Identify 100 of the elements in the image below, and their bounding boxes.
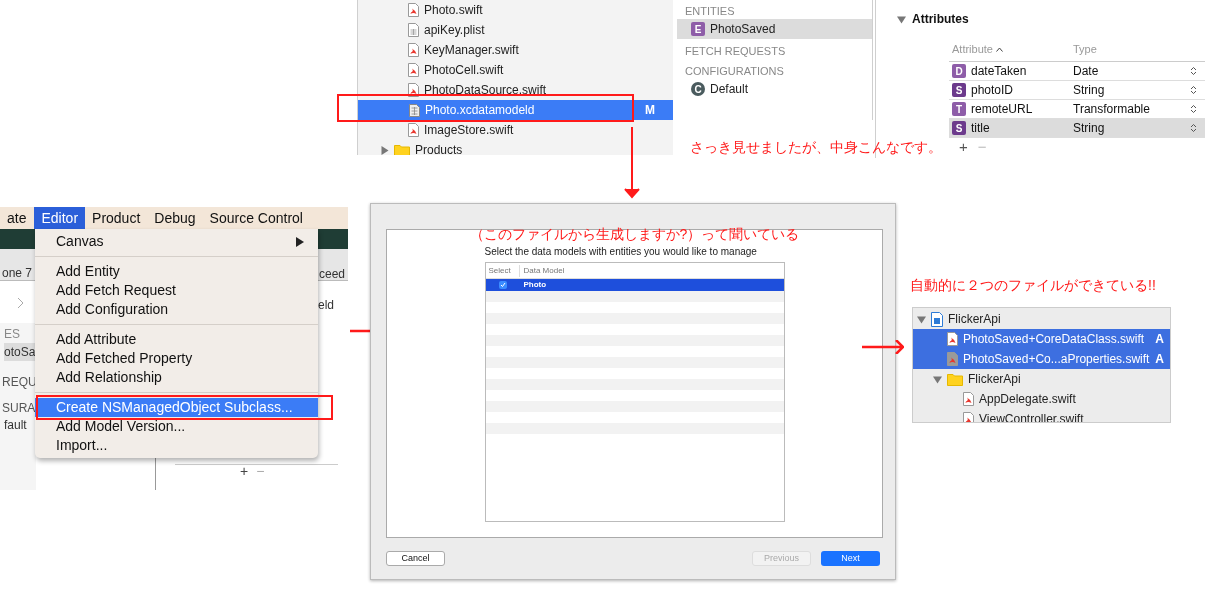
file-row[interactable]: Photo.swift: [358, 0, 673, 20]
disclosure-triangle-icon[interactable]: [933, 374, 942, 384]
file-row[interactable]: FlickerApi: [913, 309, 1170, 329]
menu-bar-item[interactable]: Product: [85, 207, 148, 229]
project-icon: [931, 311, 943, 327]
sort-caret-icon: [995, 46, 1003, 52]
folder-icon: [947, 372, 963, 386]
menu-bar-item[interactable]: Debug: [147, 207, 203, 229]
attribute-name: remoteURL: [971, 101, 1033, 118]
menu-item[interactable]: Add Configuration: [35, 300, 318, 319]
file-row[interactable]: apiKey.plist: [358, 20, 673, 40]
entity-row[interactable]: E PhotoSaved: [677, 19, 872, 39]
cancel-button[interactable]: Cancel: [386, 551, 445, 566]
breadcrumb-label: eld: [318, 297, 334, 314]
swift-file-icon: [408, 43, 419, 57]
grid-file-icon: [408, 23, 419, 37]
attribute-row[interactable]: S photoID String: [949, 81, 1205, 100]
next-button[interactable]: Next: [821, 551, 880, 566]
file-name: PhotoDataSource.swift: [424, 82, 547, 99]
stepper-icon[interactable]: [1190, 123, 1197, 133]
file-name: FlickerApi: [948, 311, 1001, 328]
attribute-row[interactable]: D dateTaken Date: [949, 62, 1205, 81]
swift-file-icon: [963, 412, 974, 422]
file-row[interactable]: Photo.xcdatamodeld M: [358, 100, 673, 120]
stepper-icon[interactable]: [1190, 66, 1197, 76]
file-name: AppDelegate.swift: [979, 391, 1076, 408]
swift-file-icon: [947, 352, 958, 366]
section-header: SURA: [2, 400, 36, 417]
file-name: PhotoSaved+Co...aProperties.swift: [963, 351, 1150, 368]
checkbox[interactable]: [498, 281, 507, 289]
file-row[interactable]: PhotoDataSource.swift: [358, 80, 673, 100]
configuration-icon: C: [691, 82, 705, 96]
menu-item[interactable]: Add Model Version...: [35, 417, 318, 436]
menu-bar-item[interactable]: Editor: [34, 207, 86, 229]
stepper-icon[interactable]: [1190, 85, 1197, 95]
menu-bar-item[interactable]: Source Control: [202, 207, 310, 229]
entity-type-icon: E: [691, 22, 705, 36]
swift-file-icon: [947, 332, 958, 346]
add-button[interactable]: +: [959, 139, 968, 155]
attribute-name: dateTaken: [971, 63, 1027, 80]
section-header: CONFIGURATIONS: [684, 64, 785, 79]
column-header[interactable]: Data Model: [519, 264, 565, 277]
table-row[interactable]: Photo: [485, 279, 784, 291]
menu-item[interactable]: Canvas: [35, 232, 318, 251]
file-row[interactable]: PhotoSaved+CoreDataClass.swift A: [913, 329, 1170, 349]
file-name: ImageStore.swift: [424, 122, 514, 139]
file-row[interactable]: PhotoSaved+Co...aProperties.swift A: [913, 349, 1170, 369]
file-row[interactable]: AppDelegate.swift: [913, 389, 1170, 409]
file-name: PhotoCell.swift: [424, 62, 504, 79]
entity-type-icon: D: [952, 64, 966, 78]
annotation-text: 自動的に２つのファイルができている!!: [910, 276, 1156, 295]
arrow-icon: [624, 127, 640, 199]
arrow-icon: [862, 340, 904, 354]
attribute-type: String: [1073, 120, 1106, 137]
attribute-name: title: [971, 120, 990, 137]
status-label: ceed: [319, 266, 346, 283]
menu-item[interactable]: Add Fetch Request: [35, 281, 318, 300]
attribute-type: Date: [1073, 63, 1100, 80]
disclosure-triangle-icon[interactable]: [917, 314, 926, 324]
menu-item[interactable]: Add Relationship: [35, 368, 318, 387]
menu-item[interactable]: Add Entity: [35, 262, 318, 281]
add-button[interactable]: +: [240, 463, 249, 479]
disclosure-triangle-icon[interactable]: [897, 14, 906, 24]
configuration-name: fault: [4, 417, 27, 434]
disclosure-triangle-icon[interactable]: [380, 145, 389, 155]
file-row[interactable]: PhotoCell.swift: [358, 60, 673, 80]
scheme-label: one 7: [2, 265, 33, 282]
stepper-icon[interactable]: [1190, 104, 1197, 114]
entity-type-icon: S: [952, 83, 966, 97]
file-row[interactable]: ImageStore.swift: [358, 120, 673, 140]
entity-type-icon: T: [952, 102, 966, 116]
swift-file-icon: [408, 63, 419, 77]
file-name: Photo.xcdatamodeld: [425, 102, 535, 119]
prompt-text: Select the data models with entities you would like to manage: [484, 245, 758, 259]
file-name: PhotoSaved+CoreDataClass.swift: [963, 331, 1145, 348]
swift-file-icon: [408, 83, 419, 97]
status-label: M: [645, 102, 655, 119]
annotation-text: （このファイルから生成しますか?）って聞いている: [469, 225, 800, 243]
swift-file-icon: [408, 123, 419, 137]
file-row[interactable]: Products: [358, 140, 673, 155]
section-title: Attributes: [912, 11, 969, 28]
file-name: FlickerApi: [968, 371, 1021, 388]
entity-type-icon: S: [952, 121, 966, 135]
check-icon: [499, 282, 506, 288]
file-name: apiKey.plist: [424, 22, 485, 39]
file-name: Products: [415, 142, 463, 155]
swift-file-icon: [963, 392, 974, 406]
submenu-arrow-icon: [296, 236, 304, 247]
attribute-row[interactable]: S title String: [949, 119, 1205, 138]
entity-name: PhotoSaved: [710, 21, 776, 38]
section-header: FETCH REQUESTS: [684, 44, 787, 59]
file-row[interactable]: FlickerApi: [913, 369, 1170, 389]
menu-item[interactable]: Import...: [35, 436, 318, 455]
menu-item[interactable]: Create NSManagedObject Subclass...: [35, 398, 318, 417]
column-header[interactable]: Select: [485, 264, 520, 277]
file-row[interactable]: KeyManager.swift: [358, 40, 673, 60]
file-name: KeyManager.swift: [424, 42, 519, 59]
menu-bar-item[interactable]: ate: [0, 207, 35, 229]
status-label: A: [1155, 331, 1164, 348]
entity-row[interactable]: C Default: [677, 79, 872, 99]
